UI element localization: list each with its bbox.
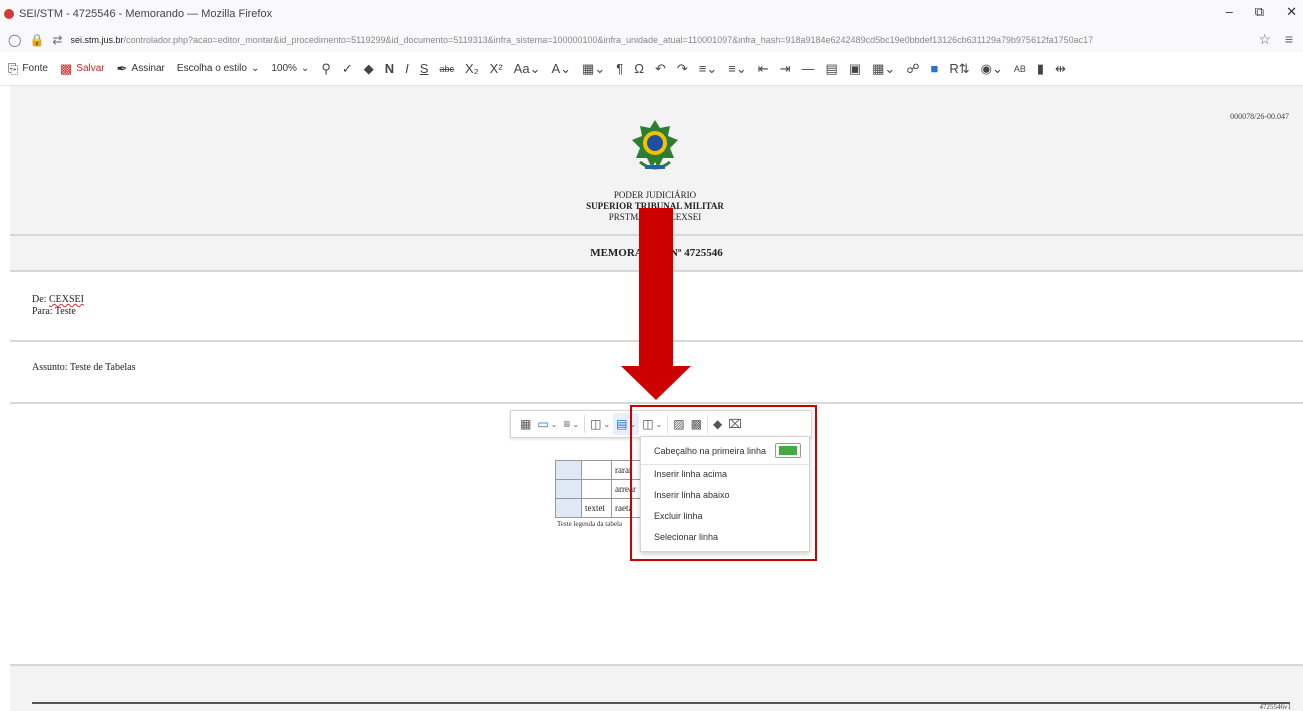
spellcheck-icon[interactable]: ◉⌄: [981, 61, 1003, 77]
table-row[interactable]: textet raeta: [555, 498, 642, 518]
outdent-icon[interactable]: ⇤: [758, 61, 769, 77]
replace-icon[interactable]: R⇅: [949, 61, 969, 77]
redo-icon[interactable]: ↷: [677, 61, 688, 77]
undo-icon[interactable]: ↶: [655, 61, 666, 77]
maximize-icon[interactable]: ⇹: [1055, 61, 1066, 77]
table-row[interactable]: arrear: [555, 479, 642, 499]
chevron-down-icon: ⌄: [250, 63, 260, 74]
column-icon: ◫: [590, 417, 602, 431]
save-icon: ▩: [59, 60, 73, 76]
chevron-down-icon: ⌄: [300, 63, 310, 74]
align-icon: ≡: [563, 417, 571, 431]
de-value: CEXSEI: [48, 294, 84, 305]
footer-code: 4725546v1: [1259, 703, 1292, 711]
document-table[interactable]: rarar arrear textet raeta: [555, 460, 642, 518]
table-align-button[interactable]: ≡ ⌄: [560, 413, 582, 435]
table-cell[interactable]: [581, 479, 612, 499]
font-size-icon[interactable]: Aa⌄: [514, 61, 541, 77]
window-controls: – ⧉ ✕: [1226, 4, 1297, 20]
table-row[interactable]: rarar: [555, 460, 642, 480]
sei-favicon-icon: [4, 9, 14, 19]
style-dropdown[interactable]: Escolha o estilo ⌄: [177, 63, 259, 74]
url-text[interactable]: sei.stm.jus.br/controlador.php?acao=edit…: [70, 35, 1190, 45]
table-cell[interactable]: [555, 498, 582, 518]
browser-title-bar: SEI/STM - 4725546 - Memorando — Mozilla …: [0, 0, 1303, 28]
subject-text: Assunto: Teste de Tabelas: [32, 362, 136, 373]
annotation-arrow-shaft: [639, 208, 673, 368]
underline-icon[interactable]: S: [420, 61, 429, 76]
document-code: 000078/26-00.047: [1230, 112, 1289, 121]
window-title: SEI/STM - 4725546 - Memorando — Mozilla …: [19, 8, 273, 20]
editor-toolbar: ⎘ Fonte ▩ Salvar ✒ Assinar Escolha o est…: [0, 52, 1303, 86]
image-icon[interactable]: ▣: [849, 61, 861, 77]
assinar-button[interactable]: ✒ Assinar: [117, 61, 165, 77]
annotation-highlight-box: [630, 405, 817, 561]
autotext-icon[interactable]: AB: [1014, 64, 1026, 74]
document-footer: [10, 668, 1303, 711]
permissions-icon[interactable]: ⇄: [52, 33, 62, 47]
eraser-icon[interactable]: ◆: [364, 61, 374, 77]
page-break-icon[interactable]: ▤: [826, 61, 838, 77]
table-properties-icon[interactable]: ▦: [517, 413, 534, 435]
caption-icon: ▭: [537, 417, 549, 431]
para-line: Para: Teste: [32, 306, 76, 317]
close-window-icon[interactable]: ✕: [1286, 4, 1297, 20]
table-cell[interactable]: textet: [581, 498, 612, 518]
browser-menu-icon[interactable]: ≡: [1285, 31, 1293, 47]
caption-toggle-button[interactable]: ▭ ⌄: [534, 413, 560, 435]
sei-link-icon[interactable]: ■: [930, 61, 938, 76]
bold-icon[interactable]: N: [385, 61, 394, 76]
link-icon[interactable]: ☍: [906, 61, 919, 77]
column-menu-button[interactable]: ◫ ⌄: [587, 413, 613, 435]
org-line-1: PODER JUDICIÁRIO: [613, 190, 697, 200]
bookmark-star-icon[interactable]: ☆: [1258, 31, 1271, 48]
source-icon: ⎘: [8, 60, 19, 76]
minimize-icon[interactable]: –: [1226, 4, 1233, 20]
row-icon: ▤: [616, 417, 628, 431]
table-cell[interactable]: [581, 460, 612, 480]
lock-icon[interactable]: 🔒: [29, 33, 44, 47]
font-color-icon[interactable]: A⌄: [551, 61, 571, 77]
table-icon[interactable]: ▦⌄: [872, 61, 895, 77]
bulleted-list-icon[interactable]: ≡⌄: [728, 61, 746, 77]
salvar-button[interactable]: ▩ Salvar: [60, 61, 105, 77]
separator: [584, 415, 586, 433]
brasao-republica-icon: [632, 120, 678, 170]
table-cell[interactable]: [555, 460, 582, 480]
highlight-color-icon[interactable]: ▦⌄: [582, 61, 605, 77]
fonte-button[interactable]: ⎘ Fonte: [8, 61, 48, 77]
pen-icon: ✒: [116, 60, 128, 76]
table-cell[interactable]: [555, 479, 582, 499]
special-char-icon[interactable]: Ω: [634, 61, 644, 76]
find-icon[interactable]: ⚲: [321, 61, 331, 77]
pen-format-icon[interactable]: ✓: [342, 61, 353, 77]
address-bar[interactable]: ◯ 🔒 ⇄ sei.stm.jus.br/controlador.php?aca…: [0, 28, 1303, 52]
annotation-arrow-head: [621, 366, 691, 400]
superscript-icon[interactable]: X²: [490, 61, 503, 76]
de-line: De: CEXSEI: [32, 294, 84, 305]
comment-icon[interactable]: ▮: [1037, 61, 1044, 77]
restore-icon[interactable]: ⧉: [1255, 4, 1264, 20]
subscript-icon[interactable]: X₂: [465, 61, 479, 76]
italic-icon[interactable]: I: [405, 61, 409, 76]
paragraph-icon[interactable]: ¶: [616, 61, 623, 76]
shield-icon[interactable]: ◯: [8, 33, 21, 47]
table-caption[interactable]: Teste legenda da tabela: [557, 520, 622, 528]
indent-icon[interactable]: ⇥: [780, 61, 791, 77]
zoom-dropdown[interactable]: 100% ⌄: [271, 63, 309, 74]
horizontal-line-icon[interactable]: —: [802, 61, 815, 76]
numbered-list-icon[interactable]: ≡⌄: [699, 61, 717, 77]
strikethrough-icon[interactable]: abc: [439, 64, 454, 74]
para-value: Teste: [54, 306, 76, 317]
footer-rule: [32, 702, 1290, 704]
